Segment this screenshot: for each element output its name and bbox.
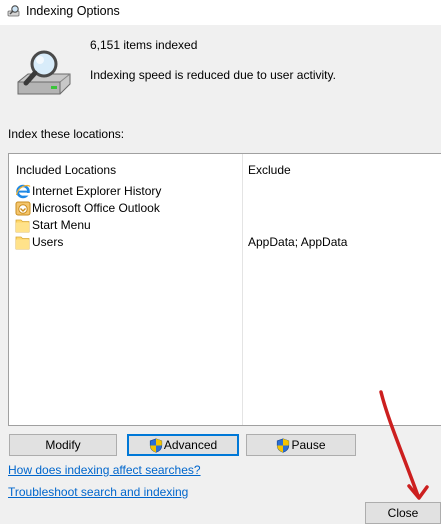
pause-button[interactable]: Pause bbox=[246, 434, 356, 456]
how-indexing-link[interactable]: How does indexing affect searches? bbox=[8, 463, 201, 477]
uac-shield-icon bbox=[277, 437, 290, 453]
column-header-included[interactable]: Included Locations bbox=[16, 163, 116, 177]
indexing-options-icon bbox=[7, 5, 20, 17]
location-label: Start Menu bbox=[32, 218, 91, 232]
location-exclude: AppData; AppData bbox=[248, 235, 348, 249]
internet-explorer-icon bbox=[15, 184, 31, 199]
advanced-button[interactable]: Advanced bbox=[127, 434, 239, 456]
close-button[interactable]: Close bbox=[365, 502, 441, 524]
modify-button-label: Modify bbox=[45, 438, 81, 452]
location-row-ie-history[interactable]: Internet Explorer History bbox=[9, 183, 441, 200]
location-label: Internet Explorer History bbox=[32, 184, 162, 198]
column-header-exclude[interactable]: Exclude bbox=[248, 163, 291, 177]
modify-button[interactable]: Modify bbox=[9, 434, 117, 456]
hard-drive-magnifier-icon bbox=[17, 50, 71, 95]
locations-heading: Index these locations: bbox=[8, 127, 125, 141]
outlook-icon bbox=[15, 201, 31, 216]
pause-button-label: Pause bbox=[291, 438, 326, 452]
troubleshoot-link[interactable]: Troubleshoot search and indexing bbox=[8, 485, 188, 499]
location-row-users[interactable]: Users AppData; AppData bbox=[9, 234, 441, 251]
folder-icon bbox=[15, 219, 30, 233]
location-label: Microsoft Office Outlook bbox=[32, 201, 160, 215]
folder-icon bbox=[15, 236, 30, 250]
location-label: Users bbox=[32, 235, 64, 249]
items-indexed-count: 6,151 items indexed bbox=[90, 38, 198, 52]
locations-list[interactable]: Included Locations Exclude Internet Expl… bbox=[8, 153, 441, 426]
location-row-outlook[interactable]: Microsoft Office Outlook bbox=[9, 200, 441, 217]
close-button-label: Close bbox=[387, 506, 419, 520]
title-bar: Indexing Options bbox=[0, 0, 441, 25]
advanced-button-label: Advanced bbox=[163, 438, 218, 452]
window-title: Indexing Options bbox=[26, 4, 120, 18]
uac-shield-icon bbox=[149, 437, 162, 453]
location-row-start-menu[interactable]: Start Menu bbox=[9, 217, 441, 234]
indexing-status: Indexing speed is reduced due to user ac… bbox=[90, 68, 336, 82]
